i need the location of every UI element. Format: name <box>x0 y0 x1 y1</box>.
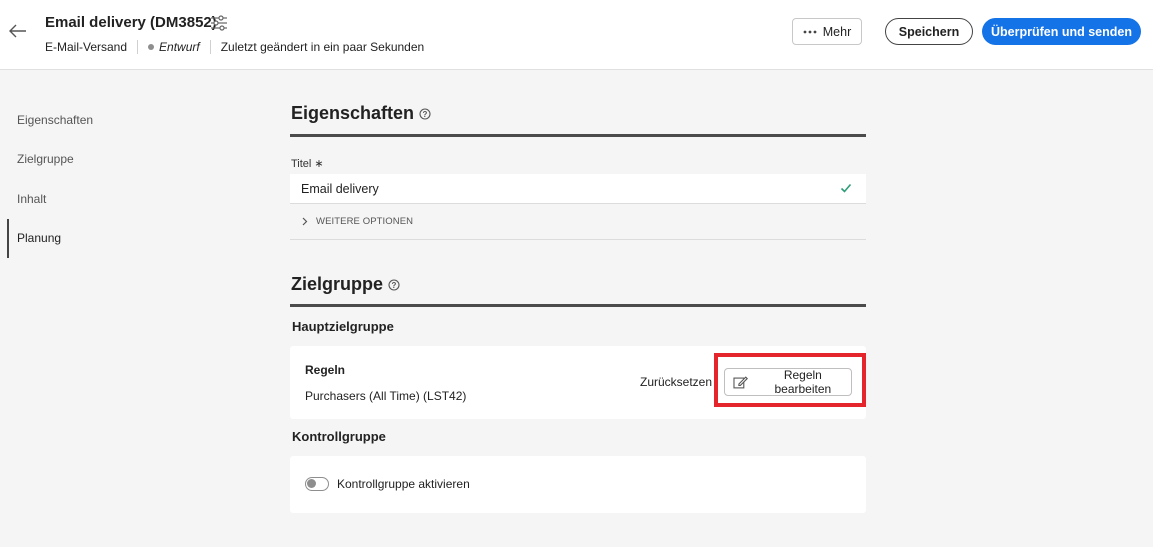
svg-text:?: ? <box>423 109 428 118</box>
divider <box>137 40 139 54</box>
edit-icon <box>733 376 748 389</box>
help-icon[interactable]: ? <box>388 278 400 291</box>
control-group-card: Kontrollgruppe aktivieren <box>290 456 866 513</box>
top-bar: Email delivery (DM3852) E-Mail-Versand E… <box>0 0 1153 70</box>
title-field-label: Titel ∗ <box>291 158 324 170</box>
rules-label: Regeln <box>305 363 346 377</box>
ellipsis-icon <box>803 30 817 33</box>
nav-item-planung[interactable]: Planung <box>0 218 240 259</box>
review-and-send-button[interactable]: Überprüfen und senden <box>982 18 1141 45</box>
nav-item-label: Eigenschaften <box>17 112 94 127</box>
rules-value: Purchasers (All Time) (LST42) <box>305 389 467 403</box>
title-field-value: Email delivery <box>301 181 379 196</box>
audience-heading-text: Zielgruppe <box>291 274 384 294</box>
sliders-icon[interactable] <box>210 15 228 31</box>
svg-text:?: ? <box>392 280 397 289</box>
section-divider <box>290 134 866 137</box>
help-icon[interactable]: ? <box>419 107 431 120</box>
delivery-type: E-Mail-Versand <box>45 40 128 54</box>
main-audience-heading: Hauptzielgruppe <box>292 319 394 334</box>
back-button[interactable] <box>7 20 29 42</box>
chevron-right-icon <box>302 217 308 225</box>
nav-item-eigenschaften[interactable]: Eigenschaften <box>0 100 240 140</box>
nav-item-label: Planung <box>17 231 62 246</box>
page-title: Email delivery (DM3852) <box>45 14 217 31</box>
nav-item-label: Zielgruppe <box>17 152 74 167</box>
last-modified: Zuletzt geändert in ein paar Sekunden <box>220 40 425 54</box>
rules-card: Regeln Purchasers (All Time) (LST42) Zur… <box>290 346 866 419</box>
toggle-knob <box>307 479 316 488</box>
audience-heading: Zielgruppe ? <box>291 274 400 295</box>
nav-item-label: Inhalt <box>17 191 47 206</box>
properties-heading-text: Eigenschaften <box>291 103 415 123</box>
section-nav: Eigenschaften Zielgruppe Inhalt Planung <box>0 100 240 258</box>
section-divider <box>290 304 866 307</box>
more-label: Mehr <box>822 24 852 39</box>
more-options-toggle[interactable]: WEITERE OPTIONEN <box>302 212 413 230</box>
nav-item-zielgruppe[interactable]: Zielgruppe <box>0 140 240 180</box>
checkmark-icon <box>840 183 852 193</box>
save-button[interactable]: Speichern <box>885 18 973 45</box>
status-badge: Entwurf <box>159 40 200 54</box>
reset-button[interactable]: Zurücksetzen <box>640 375 712 389</box>
nav-item-inhalt[interactable]: Inhalt <box>0 179 240 219</box>
control-group-toggle-label: Kontrollgruppe aktivieren <box>337 477 470 491</box>
control-group-heading: Kontrollgruppe <box>292 429 386 444</box>
more-options-label: WEITERE OPTIONEN <box>316 215 414 227</box>
status-dot-icon <box>148 44 155 50</box>
control-group-toggle[interactable] <box>305 477 329 491</box>
divider <box>290 239 866 240</box>
title-field[interactable]: Email delivery <box>290 174 866 204</box>
edit-rules-button[interactable]: Regeln bearbeiten <box>724 368 852 396</box>
properties-heading: Eigenschaften ? <box>291 103 431 124</box>
delivery-meta: E-Mail-Versand Entwurf Zuletzt geändert … <box>45 40 424 54</box>
arrow-left-icon <box>9 24 26 38</box>
divider <box>209 40 211 54</box>
more-button[interactable]: Mehr <box>792 18 862 45</box>
edit-rules-label: Regeln bearbeiten <box>774 368 832 396</box>
